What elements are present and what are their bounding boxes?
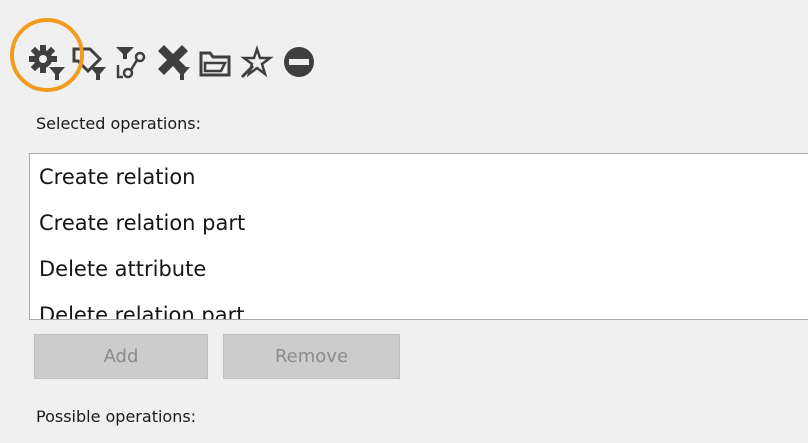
remove-button[interactable]: Remove — [223, 334, 400, 379]
add-button[interactable]: Add — [34, 334, 208, 379]
possible-operations-label: Possible operations: — [36, 407, 197, 426]
list-item[interactable]: Create relation — [30, 154, 808, 200]
list-item[interactable]: Create relation part — [30, 200, 808, 246]
list-item[interactable]: Delete relation part — [30, 292, 808, 319]
favorite-icon[interactable] — [236, 38, 278, 86]
type-filter-icon[interactable] — [68, 38, 110, 86]
delete-filter-icon[interactable] — [152, 38, 194, 86]
selected-operations-list[interactable]: Create relation Create relation part Del… — [29, 153, 808, 320]
operations-filter-icon[interactable] — [26, 38, 68, 86]
remove-icon[interactable] — [278, 38, 320, 86]
operations-toolbar — [26, 38, 320, 86]
relation-filter-icon[interactable] — [110, 38, 152, 86]
selected-operations-label: Selected operations: — [36, 114, 201, 133]
list-item[interactable]: Delete attribute — [30, 246, 808, 292]
folder-icon[interactable] — [194, 38, 236, 86]
